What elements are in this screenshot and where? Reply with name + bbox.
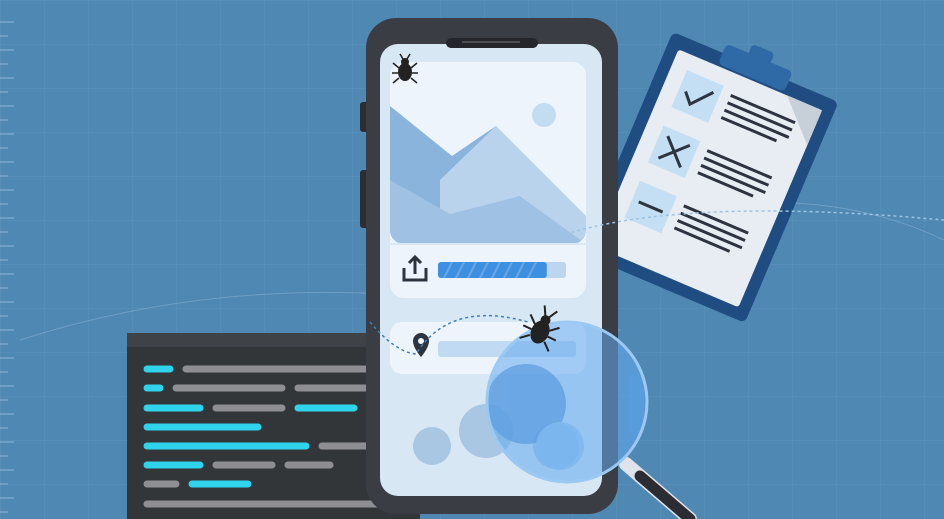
sun-icon [532,103,556,127]
avatar-bubble [413,427,451,465]
bug-testing-illustration [0,0,944,519]
image-placeholder [390,62,586,244]
